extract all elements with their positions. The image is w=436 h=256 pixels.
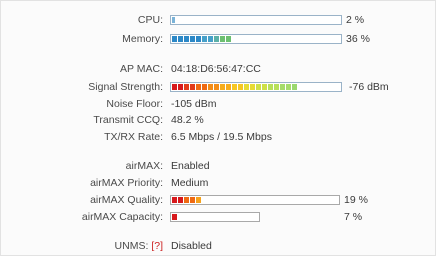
- airmax-quality-row: airMAX Quality: 19 %: [1, 193, 436, 207]
- airmax-capacity-label: airMAX Capacity:: [81, 211, 163, 223]
- memory-row: Memory: 36 %: [1, 32, 436, 46]
- status-panel: CPU: 2 % Memory: 36 % AP MAC: 04:18:D6:5…: [0, 0, 436, 256]
- rate-row: TX/RX Rate: 6.5 Mbps / 19.5 Mbps: [1, 130, 436, 144]
- memory-bar: [170, 34, 342, 44]
- signal-bar-segment: [178, 84, 183, 90]
- memory-bar-segment: [214, 36, 219, 42]
- cpu-bar: [170, 15, 342, 25]
- airmax-quality-bar: [170, 195, 340, 205]
- signal-bar-segment: [256, 84, 261, 90]
- signal-bar-segment: [190, 84, 195, 90]
- cpu-row: CPU: 2 %: [1, 13, 436, 27]
- ccq-label: Transmit CCQ:: [93, 114, 163, 126]
- ccq-row: Transmit CCQ: 48.2 %: [1, 113, 436, 127]
- airmax-quality-bar-segment: [178, 197, 183, 203]
- unms-row: UNMS: [?] Disabled: [1, 239, 436, 253]
- signal-bar: [170, 82, 342, 92]
- signal-bar-segment: [238, 84, 243, 90]
- airmax-priority-row: airMAX Priority: Medium: [1, 176, 436, 190]
- signal-bar-segment: [268, 84, 273, 90]
- unms-label-group: UNMS: [?]: [115, 239, 163, 253]
- airmax-label: airMAX:: [125, 160, 163, 172]
- memory-value: 36 %: [346, 33, 370, 45]
- airmax-capacity-bar-segment: [172, 214, 177, 220]
- rate-label: TX/RX Rate:: [104, 131, 163, 143]
- signal-value: -76 dBm: [349, 81, 389, 93]
- ccq-value: 48.2 %: [171, 114, 204, 126]
- signal-bar-segment: [280, 84, 285, 90]
- airmax-quality-label: airMAX Quality:: [90, 194, 163, 206]
- cpu-label: CPU:: [137, 14, 163, 26]
- airmax-capacity-value: 7 %: [344, 211, 363, 223]
- memory-label: Memory:: [122, 33, 163, 45]
- signal-bar-segment: [232, 84, 237, 90]
- signal-bar-segment: [226, 84, 231, 90]
- rate-value: 6.5 Mbps / 19.5 Mbps: [171, 131, 272, 143]
- airmax-row: airMAX: Enabled: [1, 159, 436, 173]
- airmax-quality-bar-segment: [196, 197, 201, 203]
- unms-label: UNMS:: [114, 240, 149, 252]
- airmax-quality-bar-segment: [172, 197, 177, 203]
- unms-value: Disabled: [171, 240, 212, 252]
- signal-bar-segment: [172, 84, 177, 90]
- signal-bar-segment: [208, 84, 213, 90]
- airmax-capacity-row: airMAX Capacity: 7 %: [1, 210, 436, 224]
- noise-row: Noise Floor: -105 dBm: [1, 97, 436, 111]
- signal-bar-segment: [196, 84, 201, 90]
- memory-bar-segment: [196, 36, 201, 42]
- signal-bar-segment: [220, 84, 225, 90]
- airmax-quality-value: 19 %: [344, 194, 368, 206]
- signal-bar-segment: [292, 84, 297, 90]
- airmax-capacity-bar: [170, 212, 260, 222]
- memory-bar-segment: [208, 36, 213, 42]
- signal-bar-segment: [244, 84, 249, 90]
- memory-bar-segment: [220, 36, 225, 42]
- signal-bar-segment: [262, 84, 267, 90]
- signal-bar-segment: [202, 84, 207, 90]
- signal-label: Signal Strength:: [88, 81, 163, 93]
- memory-bar-segment: [184, 36, 189, 42]
- signal-row: Signal Strength: -76 dBm: [1, 80, 436, 94]
- ap-mac-row: AP MAC: 04:18:D6:56:47:CC: [1, 62, 436, 76]
- airmax-priority-label: airMAX Priority:: [90, 177, 163, 189]
- memory-bar-segment: [226, 36, 231, 42]
- noise-value: -105 dBm: [171, 98, 217, 110]
- memory-bar-segment: [190, 36, 195, 42]
- ap-mac-label: AP MAC:: [120, 63, 163, 75]
- ap-mac-value: 04:18:D6:56:47:CC: [171, 63, 261, 75]
- memory-bar-segment: [202, 36, 207, 42]
- memory-bar-segment: [178, 36, 183, 42]
- noise-label: Noise Floor:: [106, 98, 163, 110]
- signal-bar-segment: [286, 84, 291, 90]
- signal-bar-segment: [214, 84, 219, 90]
- airmax-value: Enabled: [171, 160, 210, 172]
- cpu-bar-fill: [172, 17, 175, 23]
- cpu-value: 2 %: [346, 14, 365, 26]
- unms-help-link[interactable]: [?]: [151, 240, 163, 252]
- airmax-priority-value: Medium: [171, 177, 209, 189]
- signal-bar-segment: [274, 84, 279, 90]
- airmax-quality-bar-segment: [190, 197, 195, 203]
- memory-bar-segment: [172, 36, 177, 42]
- airmax-quality-bar-segment: [184, 197, 189, 203]
- signal-bar-segment: [250, 84, 255, 90]
- signal-bar-segment: [184, 84, 189, 90]
